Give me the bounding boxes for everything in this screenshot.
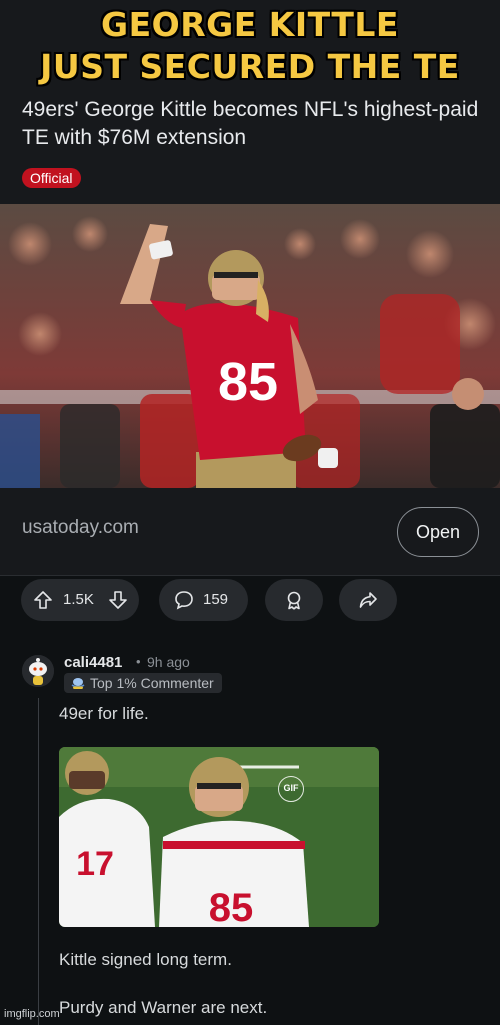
- award-button[interactable]: [265, 579, 323, 621]
- comment-text-line-3: Purdy and Warner are next.: [59, 998, 268, 1017]
- post-headline-card[interactable]: 49ers' George Kittle becomes NFL's highe…: [0, 92, 500, 204]
- comment-gif[interactable]: 17 85: [59, 747, 379, 927]
- avatar[interactable]: [22, 655, 54, 687]
- share-arrow-icon: [359, 592, 377, 608]
- post-headline[interactable]: 49ers' George Kittle becomes NFL's highe…: [22, 96, 482, 152]
- vote-pill: 1.5K: [21, 579, 139, 621]
- comment-text-line-2: Kittle signed long term.: [59, 950, 232, 969]
- comment-username[interactable]: cali4481: [64, 654, 122, 671]
- link-preview-bar[interactable]: usatoday.com Open: [0, 488, 500, 576]
- comment: cali4481 • 9h ago Top 1% Commenter 49er …: [0, 640, 500, 1025]
- post-hero-image[interactable]: 85: [0, 204, 500, 488]
- jersey-number-text: 85: [218, 352, 278, 412]
- open-link-button[interactable]: Open: [397, 507, 479, 557]
- top-commenter-badge: Top 1% Commenter: [64, 673, 222, 693]
- thread-line[interactable]: [38, 698, 39, 1025]
- top-commenter-badge-label: Top 1% Commenter: [90, 675, 214, 691]
- post-action-bar: 1.5K 159: [0, 576, 500, 626]
- arrow-up-icon[interactable]: [33, 590, 53, 610]
- award-ribbon-icon: [287, 591, 301, 610]
- arrow-down-icon[interactable]: [108, 590, 128, 610]
- meta-separator: •: [136, 654, 141, 669]
- share-button[interactable]: [339, 579, 397, 621]
- post-flair-badge: Official: [22, 168, 81, 188]
- comment-text-line-1: 49er for life.: [59, 704, 149, 723]
- meme-caption-line-1: GEORGE KITTLE: [101, 5, 399, 44]
- gif-jersey-left-number: 17: [76, 845, 114, 883]
- football-player-photo: 85: [0, 204, 500, 488]
- snoo-avatar-icon: [22, 655, 54, 687]
- comments-button[interactable]: 159: [159, 579, 248, 621]
- comment-age: 9h ago: [147, 654, 190, 670]
- gif-jersey-right-number: 85: [209, 886, 254, 927]
- top-commenter-icon: [71, 678, 85, 689]
- comment-count: 159: [203, 591, 229, 608]
- imgflip-watermark: imgflip.com: [4, 1008, 60, 1020]
- vote-count: 1.5K: [63, 591, 94, 608]
- football-players-gif: 17 85: [59, 747, 379, 927]
- gif-badge-icon: GIF: [278, 776, 304, 802]
- link-domain[interactable]: usatoday.com: [22, 517, 139, 539]
- speech-bubble-icon: [175, 591, 193, 610]
